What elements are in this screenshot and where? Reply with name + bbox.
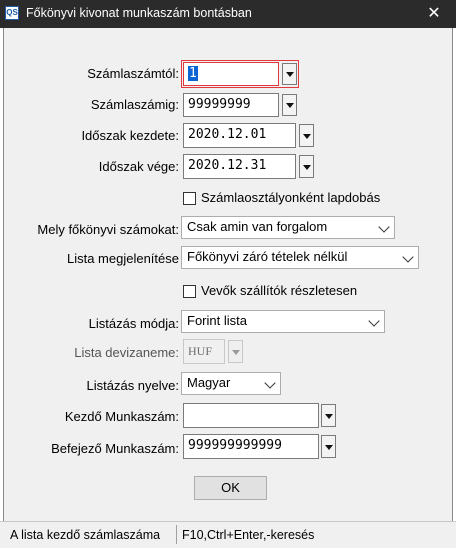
listing-mode-select[interactable]: Forint lista xyxy=(181,310,385,333)
account-to-dropdown-button[interactable] xyxy=(282,94,297,116)
chevron-down-icon xyxy=(264,377,276,389)
which-accounts-value: Csak amin van forgalom xyxy=(187,219,328,234)
end-job-number-input[interactable]: 999999999999 xyxy=(183,434,319,459)
list-display-value: Főkönyvi záró tételek nélkül xyxy=(187,249,348,264)
start-job-number-dropdown-button[interactable] xyxy=(321,404,336,427)
account-from-input[interactable]: 1 xyxy=(183,62,279,86)
account-from-dropdown-button[interactable] xyxy=(282,63,297,85)
list-display-label: Lista megjelenítése xyxy=(66,251,179,266)
status-shortcuts: F10,Ctrl+Enter,-keresés xyxy=(182,528,315,542)
ok-button[interactable]: OK xyxy=(194,476,267,500)
customers-suppliers-checkbox[interactable] xyxy=(183,285,196,298)
close-button[interactable]: ✕ xyxy=(412,0,456,28)
listing-language-value: Magyar xyxy=(187,375,231,390)
page-break-checkbox[interactable] xyxy=(183,192,196,205)
chevron-down-icon xyxy=(378,221,390,233)
list-display-select[interactable]: Főkönyvi záró tételek nélkül xyxy=(181,246,419,269)
chevron-down-icon xyxy=(368,315,380,327)
period-end-label: Időszak vége: xyxy=(98,159,179,174)
start-job-number-input[interactable] xyxy=(183,403,319,428)
period-start-input[interactable]: 2020.12.01 xyxy=(183,123,296,148)
account-to-input[interactable]: 99999999 xyxy=(183,93,279,117)
chevron-down-icon xyxy=(402,251,414,263)
app-icon: QS xyxy=(5,6,19,20)
status-bar: A lista kezdő számlaszáma F10,Ctrl+Enter… xyxy=(0,521,456,548)
currency-input: HUF xyxy=(183,339,225,364)
currency-dropdown-button xyxy=(228,340,243,363)
end-job-number-dropdown-button[interactable] xyxy=(321,435,336,458)
listing-mode-label: Listázás módja: xyxy=(88,316,179,331)
account-from-value: 1 xyxy=(188,66,198,81)
which-accounts-label: Mely főkönyvi számokat: xyxy=(37,222,179,237)
status-hint: A lista kezdő számlaszáma xyxy=(10,528,161,542)
period-start-dropdown-button[interactable] xyxy=(299,124,314,147)
customers-suppliers-label: Vevők szállítók részletesen xyxy=(201,283,358,298)
window-title: Főkönyvi kivonat munkaszám bontásban xyxy=(26,6,252,20)
currency-label: Lista devizaneme: xyxy=(74,345,179,360)
period-start-label: Időszak kezdete: xyxy=(81,128,179,143)
start-job-number-label: Kezdő Munkaszám: xyxy=(64,409,179,424)
title-bar: QS Főkönyvi kivonat munkaszám bontásban … xyxy=(0,0,456,28)
period-end-input[interactable]: 2020.12.31 xyxy=(183,154,296,179)
which-accounts-select[interactable]: Csak amin van forgalom xyxy=(181,216,395,239)
account-to-label: Számlaszámig: xyxy=(90,97,179,112)
listing-language-select[interactable]: Magyar xyxy=(181,372,281,395)
period-end-dropdown-button[interactable] xyxy=(299,155,314,178)
end-job-number-label: Befejező Munkaszám: xyxy=(51,441,179,456)
page-break-label: Számlaosztályonként lapdobás xyxy=(201,190,381,205)
listing-mode-value: Forint lista xyxy=(187,313,247,328)
account-from-label: Számlaszámtól: xyxy=(87,66,179,81)
listing-language-label: Listázás nyelve: xyxy=(86,378,180,393)
status-separator xyxy=(176,525,177,544)
